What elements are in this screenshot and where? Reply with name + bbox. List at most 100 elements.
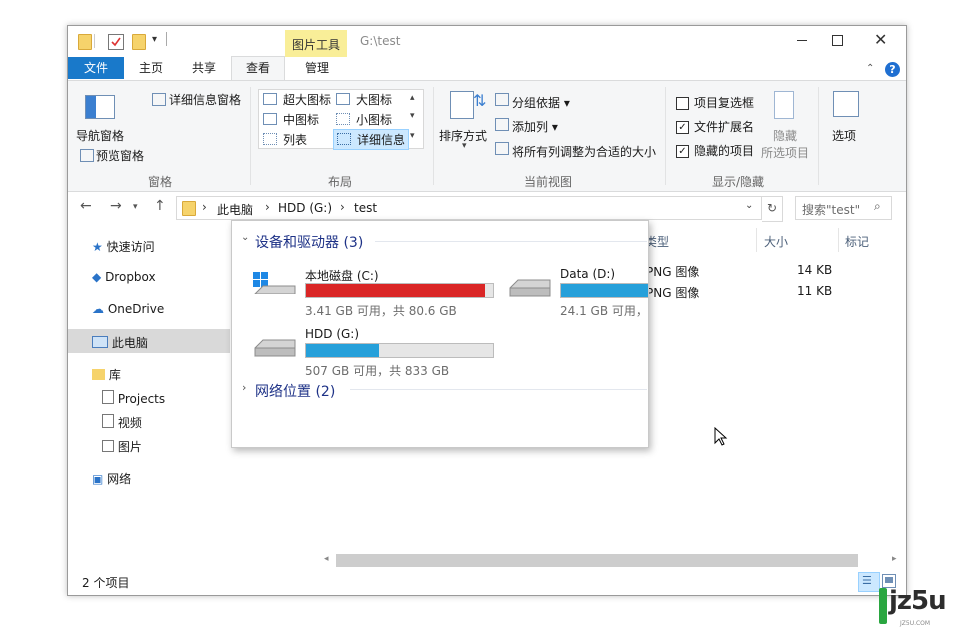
nav-label: 视频 bbox=[117, 416, 142, 430]
qat-dropdown-icon[interactable]: ▾ bbox=[152, 34, 157, 45]
recent-locations-icon[interactable]: ▾ bbox=[133, 202, 138, 212]
preview-pane-button[interactable]: 预览窗格 bbox=[96, 147, 144, 164]
layout-group-label: 布局 bbox=[327, 175, 352, 189]
tab-share[interactable]: 共享 bbox=[178, 57, 230, 79]
list-icon bbox=[263, 133, 277, 145]
breadcrumb-this-pc[interactable]: 此电脑 bbox=[217, 201, 253, 218]
nav-network[interactable]: ▣ 网络 bbox=[92, 470, 131, 487]
forward-arrow-icon: → bbox=[110, 198, 122, 214]
add-columns-button[interactable]: 添加列 ▾ bbox=[512, 118, 558, 135]
nav-videos[interactable]: 视频 bbox=[102, 414, 142, 431]
network-group-header[interactable]: 网络位置 (2) bbox=[255, 381, 335, 401]
forward-button[interactable]: → bbox=[110, 198, 122, 214]
nav-onedrive[interactable]: ☁ OneDrive bbox=[92, 302, 164, 316]
ribbon-separator bbox=[665, 87, 666, 185]
nav-pane-button[interactable]: 导航窗格 bbox=[76, 127, 124, 144]
item-checkboxes-checkbox[interactable] bbox=[676, 97, 689, 110]
drive-c-info: 3.41 GB 可用，共 80.6 GB bbox=[305, 304, 457, 318]
layout-list[interactable]: 列表 bbox=[263, 131, 307, 148]
fit-columns-label: 将所有列调整为合适的大小 bbox=[512, 145, 657, 159]
layout-extra-large-icons[interactable]: 超大图标 bbox=[263, 91, 331, 108]
layout-scroll-down-icon[interactable]: ▾ bbox=[410, 111, 415, 121]
horizontal-scrollbar-thumb[interactable] bbox=[336, 554, 858, 567]
nav-label: 此电脑 bbox=[111, 336, 148, 350]
current-view-group-label: 当前视图 bbox=[523, 175, 572, 189]
nav-libraries[interactable]: 库 bbox=[92, 366, 121, 383]
drive-c[interactable]: 本地磁盘 (C:) 3.41 GB 可用，共 80.6 GB bbox=[250, 267, 494, 318]
scroll-right-icon[interactable]: ▸ bbox=[892, 554, 897, 564]
item-checkboxes-label: 项目复选框 bbox=[694, 96, 755, 110]
hide-selected-button[interactable]: 隐藏 bbox=[773, 127, 797, 144]
nav-label: 库 bbox=[108, 368, 121, 382]
details-pane-button[interactable]: 详细信息窗格 bbox=[169, 91, 241, 108]
ribbon-separator bbox=[250, 87, 251, 185]
close-icon: ✕ bbox=[874, 30, 888, 49]
address-dropdown-icon[interactable]: ⌄ bbox=[745, 200, 753, 211]
extra-large-icons-icon bbox=[263, 93, 277, 105]
layout-scroll-up-icon[interactable]: ▴ bbox=[410, 93, 415, 103]
add-columns-icon bbox=[495, 118, 509, 131]
breadcrumb-hdd[interactable]: HDD (G:) bbox=[278, 201, 332, 215]
back-button[interactable]: ← bbox=[80, 198, 92, 214]
up-button[interactable]: ↑ bbox=[154, 198, 166, 214]
nav-pane-icon bbox=[85, 95, 115, 119]
column-size[interactable]: 大小 bbox=[764, 233, 788, 250]
hidden-items-checkbox[interactable]: ✓ bbox=[676, 145, 689, 158]
preview-pane-icon bbox=[80, 149, 94, 162]
file-extensions-checkbox[interactable]: ✓ bbox=[676, 121, 689, 134]
collapse-ribbon-icon[interactable]: ⌃ bbox=[866, 63, 874, 74]
medium-icons-icon bbox=[263, 113, 277, 125]
nav-quick-access[interactable]: ★ 快速访问 bbox=[92, 238, 155, 255]
maximize-button[interactable] bbox=[828, 26, 868, 54]
devices-group-header[interactable]: 设备和驱动器 (3) bbox=[255, 232, 363, 252]
file-row-2-type[interactable]: PNG 图像 bbox=[646, 284, 699, 301]
layout-expand-icon[interactable]: ▾ bbox=[410, 131, 415, 141]
layout-small-icons[interactable]: 小图标 bbox=[336, 111, 392, 128]
layout-large-icons[interactable]: 大图标 bbox=[336, 91, 392, 108]
breadcrumb-separator-icon: › bbox=[265, 200, 270, 214]
breadcrumb-separator-icon: › bbox=[202, 200, 207, 214]
properties-icon[interactable] bbox=[108, 34, 124, 50]
file-row-1-type[interactable]: PNG 图像 bbox=[646, 263, 699, 280]
tab-home[interactable]: 主页 bbox=[126, 57, 176, 79]
status-item-count: 2 个项目 bbox=[82, 576, 130, 590]
minimize-button[interactable] bbox=[782, 26, 822, 54]
network-icon: ▣ bbox=[92, 472, 104, 486]
back-arrow-icon: ← bbox=[80, 198, 92, 214]
refresh-button[interactable]: ↻ bbox=[762, 196, 783, 222]
chevron-down-icon[interactable]: ⌄ bbox=[241, 232, 249, 243]
projects-icon bbox=[102, 390, 114, 404]
nav-dropbox[interactable]: ◆ Dropbox bbox=[92, 270, 156, 284]
minimize-icon bbox=[797, 40, 807, 41]
breadcrumb-test[interactable]: test bbox=[354, 201, 377, 215]
new-folder-icon[interactable] bbox=[132, 34, 146, 50]
options-button[interactable]: 选项 bbox=[832, 127, 856, 144]
drive-d[interactable]: Data (D:) 24.1 GB 可用，共 bbox=[505, 267, 648, 317]
group-by-button[interactable]: 分组依据 ▾ bbox=[512, 94, 570, 111]
drive-c-usage-bar bbox=[305, 283, 494, 298]
layout-medium-icons[interactable]: 中图标 bbox=[263, 111, 319, 128]
scroll-left-icon[interactable]: ◂ bbox=[324, 554, 329, 564]
search-box[interactable]: 搜索"test" ⌕ bbox=[795, 196, 892, 220]
nav-pictures[interactable]: 图片 bbox=[102, 438, 142, 455]
pane-group-label: 窗格 bbox=[147, 175, 172, 189]
chevron-right-icon[interactable]: › bbox=[242, 381, 246, 394]
tab-manage[interactable]: 管理 bbox=[286, 57, 348, 79]
ribbon-separator bbox=[818, 87, 819, 185]
sort-arrow-icon: ⇅ bbox=[473, 91, 487, 110]
help-icon[interactable]: ? bbox=[885, 62, 900, 77]
tab-file[interactable]: 文件 bbox=[68, 57, 124, 79]
address-bar[interactable]: › 此电脑 › HDD (G:) › test ⌄ bbox=[176, 196, 762, 220]
window-title: G:\test bbox=[360, 34, 401, 48]
details-view-button[interactable]: ☰ bbox=[858, 572, 880, 592]
drive-d-info: 24.1 GB 可用，共 bbox=[560, 304, 648, 317]
fit-columns-button[interactable]: 将所有列调整为合适的大小 bbox=[512, 143, 656, 160]
nav-projects[interactable]: Projects bbox=[102, 390, 165, 406]
tab-view[interactable]: 查看 bbox=[231, 56, 285, 80]
nav-this-pc[interactable]: 此电脑 bbox=[92, 334, 148, 351]
layout-details-selected[interactable]: 详细信息 bbox=[333, 129, 410, 150]
close-button[interactable]: ✕ bbox=[874, 30, 887, 49]
drive-g[interactable]: HDD (G:) 507 GB 可用，共 833 GB bbox=[250, 327, 494, 378]
column-tags[interactable]: 标记 bbox=[845, 233, 869, 250]
breadcrumb-separator-icon: › bbox=[340, 200, 345, 214]
